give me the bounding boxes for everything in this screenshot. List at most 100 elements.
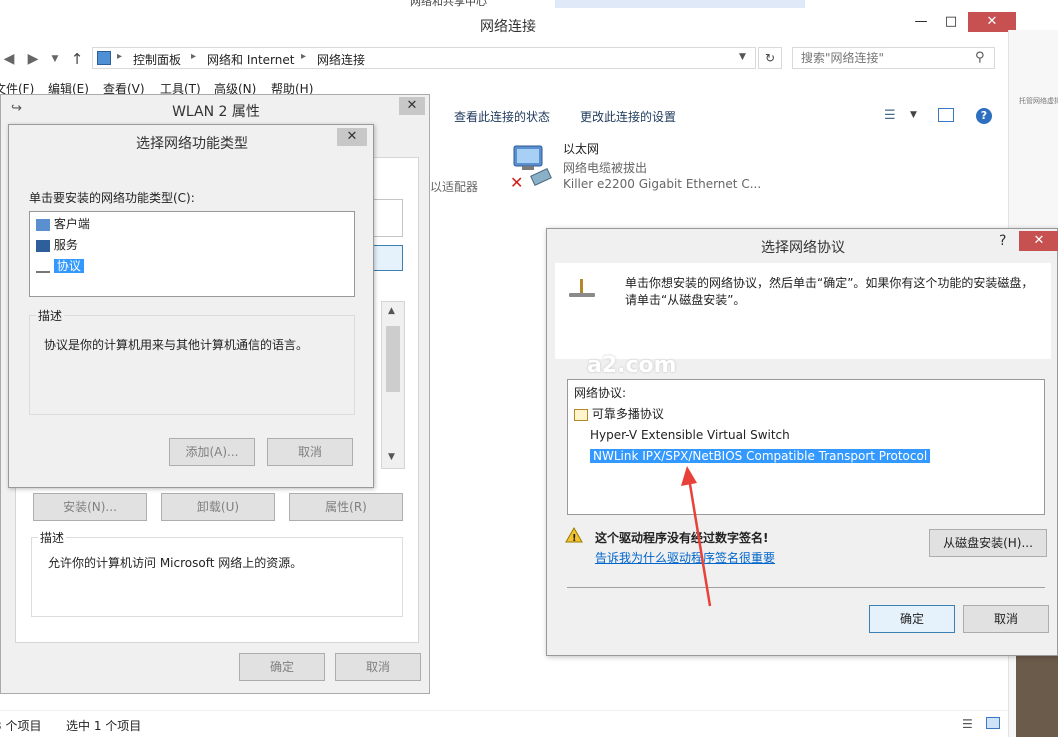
wlan-ok-button[interactable]: 确定 xyxy=(239,653,325,681)
add-button[interactable]: 添加(A)... xyxy=(169,438,255,466)
feature-dialog-title: 选择网络功能类型 xyxy=(136,136,248,152)
adapter-name-fragment[interactable]: 以适配器 xyxy=(430,178,478,195)
search-input[interactable] xyxy=(801,51,961,65)
certified-protocol-icon xyxy=(574,408,588,421)
ethernet-name: 以太网 xyxy=(563,142,600,156)
protocol-icon xyxy=(36,261,50,273)
background-window-strip-right xyxy=(808,0,1008,8)
list-item[interactable]: NWLink IPX/SPX/NetBIOS Compatible Transp… xyxy=(590,446,931,466)
view-status-command[interactable]: 查看此连接的状态 xyxy=(454,108,550,125)
feature-type-list[interactable]: 客户端 服务 协议 xyxy=(29,211,355,297)
feature-description-label: 描述 xyxy=(36,307,65,324)
feature-cancel-button[interactable]: 取消 xyxy=(267,438,353,466)
feature-item-service: 服务 xyxy=(53,238,78,252)
breadcrumb-separator-icon: ▸ xyxy=(301,51,307,62)
background-window-text: 网络和共享中心 xyxy=(410,0,487,8)
svg-text:!: ! xyxy=(572,533,577,543)
help-icon[interactable]: ? xyxy=(976,108,992,124)
background-window-strip xyxy=(555,0,805,8)
up-icon[interactable]: ↑ xyxy=(68,50,86,68)
protocol-instruction-panel: 单击你想安装的网络协议，然后单击“确定”。如果你有这个功能的安装磁盘，请单击“从… xyxy=(555,263,1051,359)
feature-prompt: 单击要安装的网络功能类型(C): xyxy=(29,191,195,205)
wlan-description-label: 描述 xyxy=(38,529,67,546)
address-row: ◀ ▶ ▼ ↑ ▸ 控制面板 ▸ 网络和 Internet ▸ 网络连接 ▼ ↻… xyxy=(0,46,1016,72)
wlan-list-scrollbar[interactable]: ▲ ▼ xyxy=(381,301,405,469)
ethernet-device: Killer e2200 Gigabit Ethernet C... xyxy=(563,177,762,191)
scroll-up-icon[interactable]: ▲ xyxy=(388,306,395,316)
background-desktop-strip xyxy=(1016,650,1058,737)
breadcrumb-separator-icon: ▸ xyxy=(117,51,123,62)
protocol-item-nwlink: NWLink IPX/SPX/NetBIOS Compatible Transp… xyxy=(590,449,931,463)
selected-count: 选中 1 个项目 xyxy=(66,719,142,733)
unsigned-driver-warning: 这个驱动程序没有经过数字签名! xyxy=(595,531,769,545)
have-disk-button[interactable]: 从磁盘安装(H)... xyxy=(929,529,1047,557)
feature-item-client: 客户端 xyxy=(53,217,90,231)
protocol-item-hyper-v: Hyper-V Extensible Virtual Switch xyxy=(590,428,790,442)
network-adapter-icon: ✕ xyxy=(510,145,552,190)
wlan-connect-field[interactable] xyxy=(373,199,403,237)
client-icon xyxy=(36,218,50,231)
feature-description-text: 协议是你的计算机用来与其他计算机通信的语言。 xyxy=(44,338,309,352)
warning-icon: ! xyxy=(565,527,583,543)
breadcrumb-network-connections[interactable]: 网络连接 xyxy=(317,51,365,68)
recent-dropdown-icon[interactable]: ▼ xyxy=(46,50,64,68)
search-box[interactable]: ⚲ xyxy=(792,47,995,69)
details-view-icon[interactable]: ☰ xyxy=(962,717,973,731)
watermark-text: a2.com xyxy=(587,353,677,378)
uninstall-button[interactable]: 卸载(U) xyxy=(161,493,275,521)
breadcrumb-network-internet[interactable]: 网络和 Internet xyxy=(207,51,294,68)
breadcrumb-separator-icon: ▸ xyxy=(191,51,197,62)
wlan-cancel-button[interactable]: 取消 xyxy=(335,653,421,681)
protocol-list-box[interactable]: 网络协议: 可靠多播协议 Hyper-V Extensible Virtual … xyxy=(567,379,1045,515)
protocol-instruction: 单击你想安装的网络协议，然后单击“确定”。如果你有这个功能的安装磁盘，请单击“从… xyxy=(625,276,1034,307)
service-icon xyxy=(36,239,50,252)
list-item[interactable]: 客户端 xyxy=(36,214,90,234)
status-bar: 3 个项目 选中 1 个项目 ☰ xyxy=(0,710,1016,737)
scroll-thumb[interactable] xyxy=(386,326,400,392)
wlan-configure-button[interactable] xyxy=(373,245,403,271)
refresh-icon[interactable]: ↻ xyxy=(758,47,782,69)
list-item[interactable]: 协议 xyxy=(36,256,84,276)
select-network-protocol-dialog: 选择网络协议 ? ✕ 单击你想安装的网络协议，然后单击“确定”。如果你有这个功能… xyxy=(546,228,1058,656)
view-dropdown-icon[interactable]: ▼ xyxy=(910,110,917,120)
maximize-button[interactable]: □ xyxy=(936,12,966,32)
wlan-close-button[interactable]: ✕ xyxy=(399,97,425,115)
protocol-close-button[interactable]: ✕ xyxy=(1019,231,1058,251)
scroll-down-icon[interactable]: ▼ xyxy=(388,452,395,462)
select-feature-type-dialog: 选择网络功能类型 ✕ 单击要安装的网络功能类型(C): 客户端 服务 协议 描述… xyxy=(8,124,374,488)
list-item[interactable]: 可靠多播协议 xyxy=(574,404,664,424)
window-title: 网络连接 xyxy=(480,19,536,35)
minimize-button[interactable]: — xyxy=(906,12,936,32)
svg-text:✕: ✕ xyxy=(510,173,523,190)
ethernet-adapter-item[interactable]: ✕ 以太网 网络电缆被拔出 Killer e2200 Gigabit Ether… xyxy=(508,140,768,196)
feature-close-button[interactable]: ✕ xyxy=(337,128,367,146)
protocol-dialog-title: 选择网络协议 xyxy=(761,240,845,256)
close-button[interactable]: ✕ xyxy=(968,12,1016,32)
back-icon[interactable]: ◀ xyxy=(0,50,18,68)
protocol-cancel-button[interactable]: 取消 xyxy=(963,605,1049,633)
address-bar[interactable]: ▸ 控制面板 ▸ 网络和 Internet ▸ 网络连接 ▼ xyxy=(92,47,756,69)
control-panel-icon xyxy=(97,51,111,65)
change-view-icon[interactable]: ☰ xyxy=(884,108,896,123)
forward-icon[interactable]: ▶ xyxy=(24,50,42,68)
large-icons-view-icon[interactable] xyxy=(986,717,1000,729)
install-button[interactable]: 安装(N)... xyxy=(33,493,147,521)
list-item[interactable]: 服务 xyxy=(36,235,78,255)
feature-description-box: 描述 协议是你的计算机用来与其他计算机通信的语言。 xyxy=(29,307,355,415)
help-button[interactable]: ? xyxy=(999,233,1006,249)
list-item[interactable]: Hyper-V Extensible Virtual Switch xyxy=(590,425,790,445)
protocol-icon xyxy=(569,279,595,297)
preview-pane-icon[interactable] xyxy=(938,108,954,122)
driver-signing-link[interactable]: 告诉我为什么驱动程序签名很重要 xyxy=(595,549,775,566)
address-dropdown-icon[interactable]: ▼ xyxy=(739,52,746,62)
properties-button[interactable]: 属性(R) xyxy=(289,493,403,521)
ethernet-status: 网络电缆被拔出 xyxy=(563,161,648,175)
change-settings-command[interactable]: 更改此连接的设置 xyxy=(580,108,676,125)
search-icon[interactable]: ⚲ xyxy=(975,50,985,65)
breadcrumb-control-panel[interactable]: 控制面板 xyxy=(133,51,181,68)
protocol-ok-button[interactable]: 确定 xyxy=(869,605,955,633)
command-bar: 查看此连接的状态 更改此连接的设置 ☰ ▼ ? xyxy=(430,104,1016,128)
dialog-divider xyxy=(567,587,1045,588)
protocol-list-label: 网络协议: xyxy=(574,386,627,400)
wlan-description-text: 允许你的计算机访问 Microsoft 网络上的资源。 xyxy=(48,556,303,570)
